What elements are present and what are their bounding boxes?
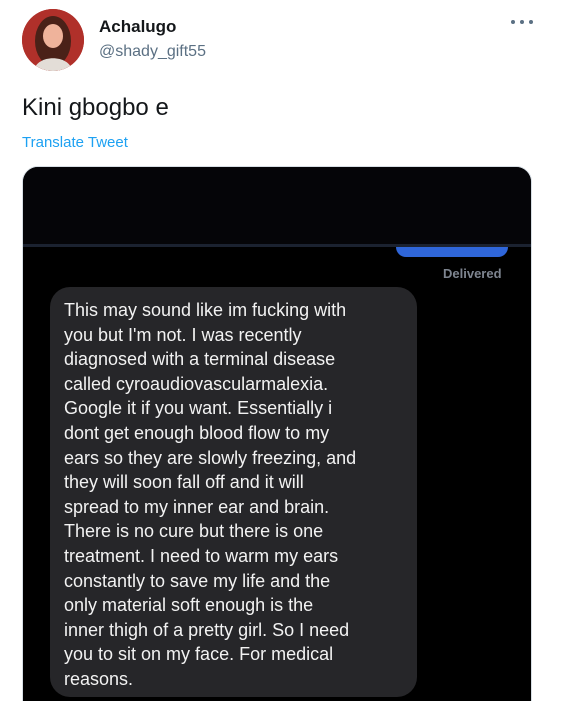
more-dot [511,20,515,24]
delivered-status: Delivered [443,266,502,281]
message-line: dont get enough blood flow to my [64,422,330,443]
message-line: they will soon fall off and it will [64,472,304,493]
message-line: There is no cure but there is one [64,521,324,542]
message-line: reasons. [64,668,134,689]
message-line: spread to my inner ear and brain. [64,496,330,517]
message-line: called cyroaudiovascularmalexia. [64,373,329,394]
user-handle[interactable]: @shady_gift55 [99,43,206,61]
message-line: constantly to save my life and the [64,570,331,591]
received-message-bubble: This may sound like im fucking with you … [50,287,417,697]
more-horizontal-icon[interactable] [511,14,533,30]
profile-photo [22,9,84,71]
message-line: ears so they are slowly freezing, and [64,447,357,468]
tweet-text: Kini gbogbo e [22,94,169,121]
user-name[interactable]: Achalugo [99,17,176,37]
more-dot [520,20,524,24]
message-line: Google it if you want. Essentially i [64,398,333,419]
avatar[interactable] [22,9,84,71]
message-line: diagnosed with a terminal disease [64,349,336,370]
message-line: treatment. I need to warm my ears [64,545,339,566]
more-dot [529,20,533,24]
message-line: you to sit on my face. For medical [64,644,334,665]
translate-tweet-link[interactable]: Translate Tweet [22,134,128,151]
message-line: you but I'm not. I was recently [64,324,302,345]
message-header [23,167,531,244]
message-line: This may sound like im fucking with [64,300,347,320]
message-line: inner thigh of a pretty girl. So I need [64,619,350,640]
message-line: only material soft enough is the [64,595,314,616]
tweet: Achalugo @shady_gift55 Kini gbogbo e Tra… [0,0,573,701]
sent-message-bubble [396,247,508,257]
tweet-media[interactable]: Delivered This may sound like im fucking… [22,166,532,701]
